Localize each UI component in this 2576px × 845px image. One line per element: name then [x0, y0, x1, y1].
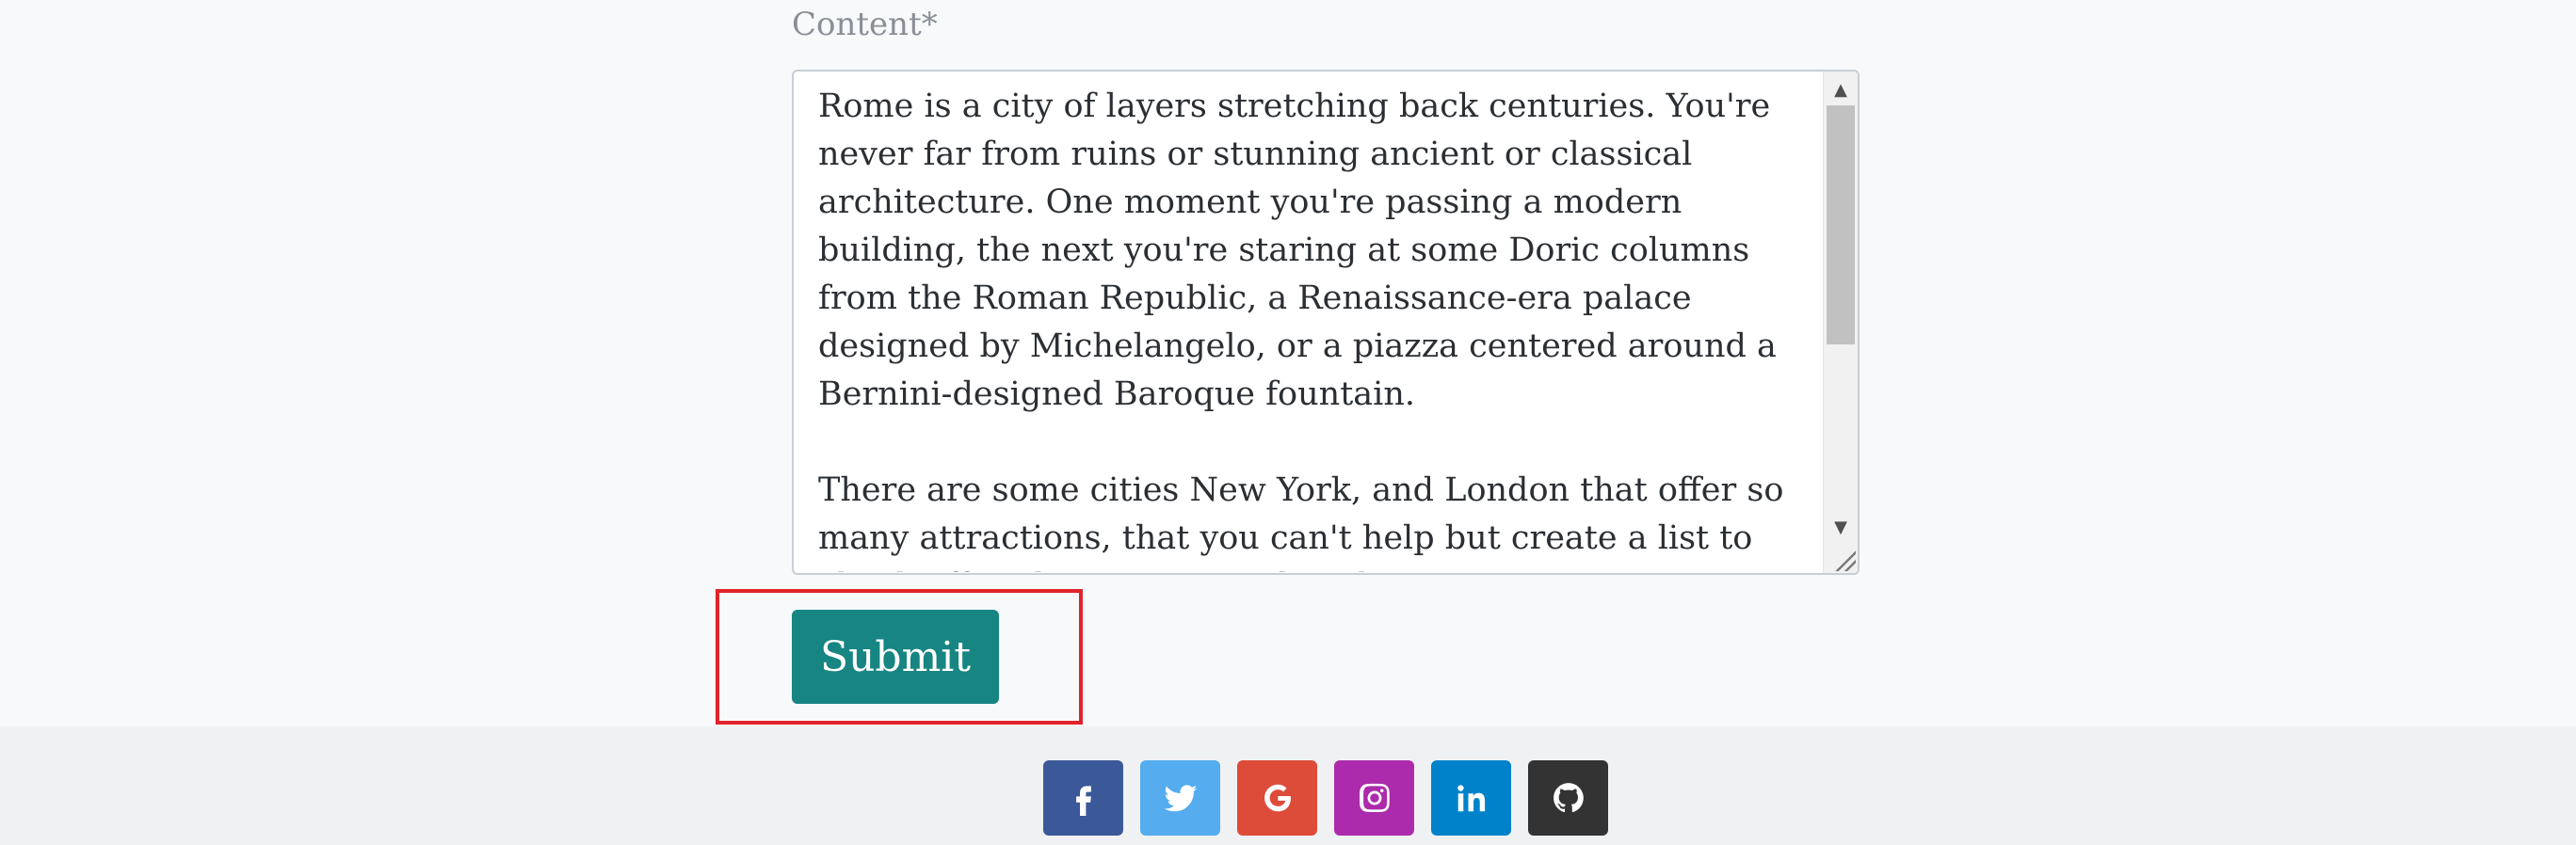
content-label: Content* — [792, 6, 938, 43]
github-icon — [1553, 783, 1584, 813]
resize-handle-icon[interactable] — [1833, 549, 1856, 571]
instagram-button[interactable] — [1334, 760, 1414, 836]
github-button[interactable] — [1528, 760, 1608, 836]
twitter-icon — [1164, 785, 1197, 812]
facebook-button[interactable] — [1043, 760, 1123, 836]
linkedin-icon — [1457, 785, 1485, 812]
scroll-up-arrow-icon[interactable]: ▲ — [1824, 75, 1858, 104]
google-icon — [1264, 784, 1291, 812]
textarea-scrollbar[interactable]: ▲ ▼ — [1823, 72, 1858, 573]
content-textarea-text[interactable]: Rome is a city of layers stretching back… — [818, 83, 1826, 572]
social-links — [1043, 760, 1608, 836]
twitter-button[interactable] — [1140, 760, 1220, 836]
scroll-down-arrow-icon[interactable]: ▼ — [1824, 513, 1858, 541]
scroll-thumb[interactable] — [1827, 105, 1855, 344]
submit-button[interactable]: Submit — [792, 610, 999, 704]
content-textarea[interactable]: Rome is a city of layers stretching back… — [792, 70, 1860, 575]
google-button[interactable] — [1237, 760, 1317, 836]
instagram-icon — [1359, 783, 1390, 813]
facebook-icon — [1075, 786, 1091, 816]
linkedin-button[interactable] — [1431, 760, 1511, 836]
